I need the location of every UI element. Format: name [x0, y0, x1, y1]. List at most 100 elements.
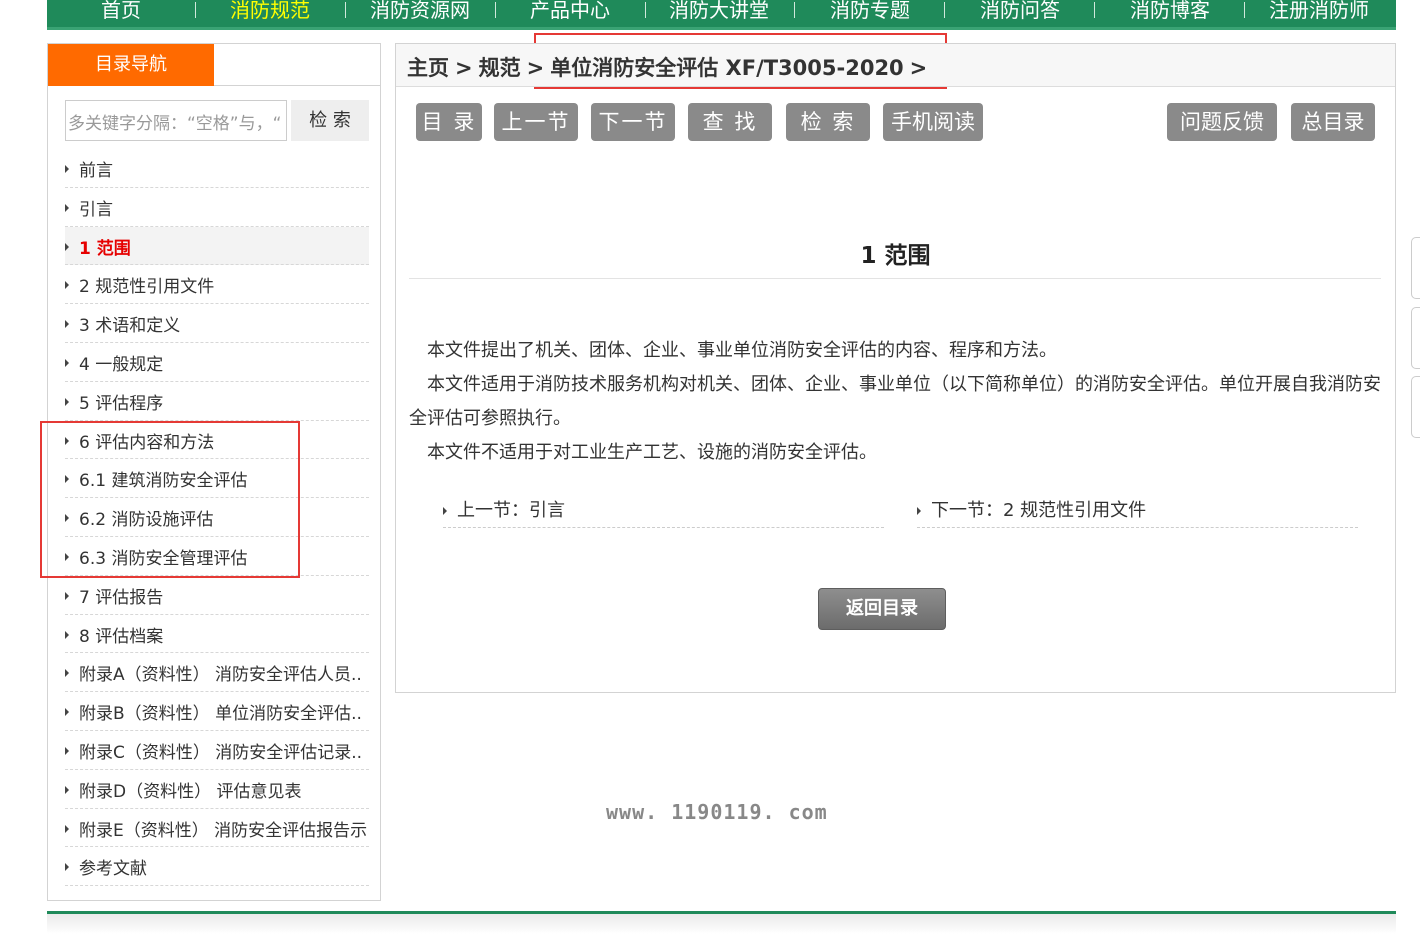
- next-section-button[interactable]: 下一节: [591, 103, 675, 141]
- toc-item-label: 附录E（资料性） 消防安全评估报告示: [79, 820, 368, 841]
- toc-item-section-6-2[interactable]: 6.2 消防设施评估: [65, 498, 369, 537]
- caret-right-icon: [65, 785, 69, 794]
- nav-blog[interactable]: 消防博客: [1117, 0, 1223, 24]
- caret-right-icon: [443, 507, 447, 515]
- caret-right-icon: [65, 669, 69, 678]
- nav-fire-codes[interactable]: 消防规范: [217, 0, 323, 24]
- nav-divider: [1244, 2, 1245, 18]
- keyword-search-input[interactable]: 多关键字分隔：“空格”与，“: [65, 100, 287, 141]
- back-to-catalog-button[interactable]: 返回目录: [818, 588, 946, 630]
- next-section-link[interactable]: 下一节：2 规范性引用文件: [917, 494, 1358, 528]
- toc-item-section-6[interactable]: 6 评估内容和方法: [65, 421, 369, 460]
- caret-right-icon: [65, 242, 69, 251]
- toc-item-introduction[interactable]: 引言: [65, 188, 369, 227]
- nav-divider: [794, 2, 795, 18]
- toc-item-report[interactable]: 7 评估报告: [65, 576, 369, 615]
- toc-item-label: 6.3 消防安全管理评估: [79, 548, 248, 569]
- mobile-read-button[interactable]: 手机阅读: [883, 103, 983, 141]
- caret-right-icon: [65, 475, 69, 484]
- breadcrumb-separator: >: [909, 56, 928, 80]
- nav-lectures[interactable]: 消防大讲堂: [664, 0, 774, 24]
- search-button[interactable]: 检 索: [786, 103, 870, 141]
- toc-item-label: 6 评估内容和方法: [79, 432, 215, 453]
- nav-divider: [495, 2, 496, 18]
- nav-divider: [645, 2, 646, 18]
- breadcrumb-category[interactable]: 规范: [479, 56, 521, 80]
- nav-divider: [944, 2, 945, 18]
- footer-shadow: [47, 914, 1396, 934]
- catalog-button[interactable]: 目 录: [416, 103, 482, 141]
- caret-right-icon: [65, 397, 69, 406]
- breadcrumb-separator: >: [455, 56, 473, 80]
- sidebar: 目录导航 多关键字分隔：“空格”与，“ 检 索 前言 引言 1 范围 2 规范性…: [47, 43, 381, 901]
- toc-item-label: 2 规范性引用文件: [79, 277, 215, 298]
- main-panel: 主页 > 规范 > 单位消防安全评估 XF/T3005-2020 > 目 录 上一节 下一…: [395, 43, 1396, 693]
- side-float-tab[interactable]: [1411, 376, 1420, 438]
- toc-item-procedure[interactable]: 5 评估程序: [65, 382, 369, 421]
- content-paragraph: 本文件提出了机关、团体、企业、事业单位消防安全评估的内容、程序和方法。: [409, 340, 1057, 361]
- toc-item-section-6-1[interactable]: 6.1 建筑消防安全评估: [65, 459, 369, 499]
- side-float-tab[interactable]: [1411, 237, 1420, 299]
- feedback-button[interactable]: 问题反馈: [1167, 103, 1277, 141]
- prev-section-button[interactable]: 上一节: [494, 103, 578, 141]
- nav-qa[interactable]: 消防问答: [967, 0, 1073, 24]
- toc-item-label: 附录A（资料性） 消防安全评估人员..: [79, 665, 362, 686]
- toc-item-label: 5 评估程序: [79, 393, 164, 414]
- caret-right-icon: [65, 591, 69, 600]
- nav-topics[interactable]: 消防专题: [817, 0, 923, 24]
- toc-item-general-rules[interactable]: 4 一般规定: [65, 343, 369, 382]
- caret-right-icon: [65, 436, 69, 445]
- caret-right-icon: [65, 630, 69, 639]
- toc-item-label: 参考文献: [79, 859, 147, 880]
- next-section-link-label: 下一节：2 规范性引用文件: [931, 500, 1147, 521]
- catalog-nav-tab[interactable]: 目录导航: [48, 44, 214, 86]
- caret-right-icon: [65, 203, 69, 212]
- title-divider: [409, 278, 1381, 279]
- breadcrumb-home[interactable]: 主页: [407, 56, 449, 80]
- toc-item-section-6-3[interactable]: 6.3 消防安全管理评估: [65, 537, 369, 576]
- content-paragraph: 本文件不适用于对工业生产工艺、设施的消防安全评估。: [409, 442, 877, 463]
- toc-item-references[interactable]: 参考文献: [65, 847, 369, 887]
- caret-right-icon: [65, 165, 69, 173]
- toc-item-appendix-b[interactable]: 附录B（资料性） 单位消防安全评估..: [65, 692, 369, 731]
- toc-item-appendix-c[interactable]: 附录C（资料性） 消防安全评估记录..: [65, 731, 369, 770]
- toc-item-scope[interactable]: 1 范围: [65, 226, 369, 266]
- caret-right-icon: [65, 863, 69, 872]
- breadcrumb-bar: 主页 > 规范 > 单位消防安全评估 XF/T3005-2020 >: [396, 44, 1395, 87]
- toc-item-label: 附录B（资料性） 单位消防安全评估..: [79, 704, 362, 725]
- nav-divider: [195, 2, 196, 18]
- caret-right-icon: [65, 281, 69, 290]
- nav-registered-engineer[interactable]: 注册消防师: [1263, 0, 1375, 24]
- caret-right-icon: [65, 358, 69, 367]
- find-button[interactable]: 查 找: [688, 103, 772, 141]
- nav-home[interactable]: 首页: [83, 0, 159, 24]
- prev-section-link[interactable]: 上一节：引言: [443, 494, 884, 528]
- caret-right-icon: [65, 824, 69, 833]
- toc-item-appendix-d[interactable]: 附录D（资料性） 评估意见表: [65, 770, 369, 809]
- breadcrumb-document[interactable]: 单位消防安全评估 XF/T3005-2020: [550, 56, 903, 80]
- toc-item-label: 4 一般规定: [79, 354, 164, 375]
- side-float-tab[interactable]: [1411, 307, 1420, 369]
- toc-item-label: 6.2 消防设施评估: [79, 510, 214, 531]
- sidebar-search-button[interactable]: 检 索: [291, 100, 369, 141]
- caret-right-icon: [65, 514, 69, 523]
- toc-item-normative-references[interactable]: 2 规范性引用文件: [65, 265, 369, 305]
- section-title: 1 范围: [860, 243, 931, 269]
- caret-right-icon: [65, 746, 69, 755]
- toc-item-preface[interactable]: 前言: [65, 149, 369, 188]
- nav-resources[interactable]: 消防资源网: [365, 0, 475, 24]
- toc-item-label: 1 范围: [79, 238, 131, 259]
- toc-item-appendix-a[interactable]: 附录A（资料性） 消防安全评估人员..: [65, 653, 369, 693]
- breadcrumb-separator: >: [526, 56, 545, 80]
- all-catalog-button[interactable]: 总目录: [1291, 103, 1375, 141]
- toc-item-label: 3 术语和定义: [79, 316, 181, 337]
- toc-item-label: 7 评估报告: [79, 587, 164, 608]
- caret-right-icon: [917, 507, 921, 515]
- toc-item-label: 附录D（资料性） 评估意见表: [79, 781, 302, 802]
- toc-item-archive[interactable]: 8 评估档案: [65, 615, 369, 654]
- watermark-text: www. 1190119. com: [606, 800, 828, 824]
- nav-divider: [1094, 2, 1095, 18]
- toc-item-terms[interactable]: 3 术语和定义: [65, 304, 369, 343]
- toc-item-appendix-e[interactable]: 附录E（资料性） 消防安全评估报告示: [65, 809, 369, 848]
- nav-products[interactable]: 产品中心: [517, 0, 623, 24]
